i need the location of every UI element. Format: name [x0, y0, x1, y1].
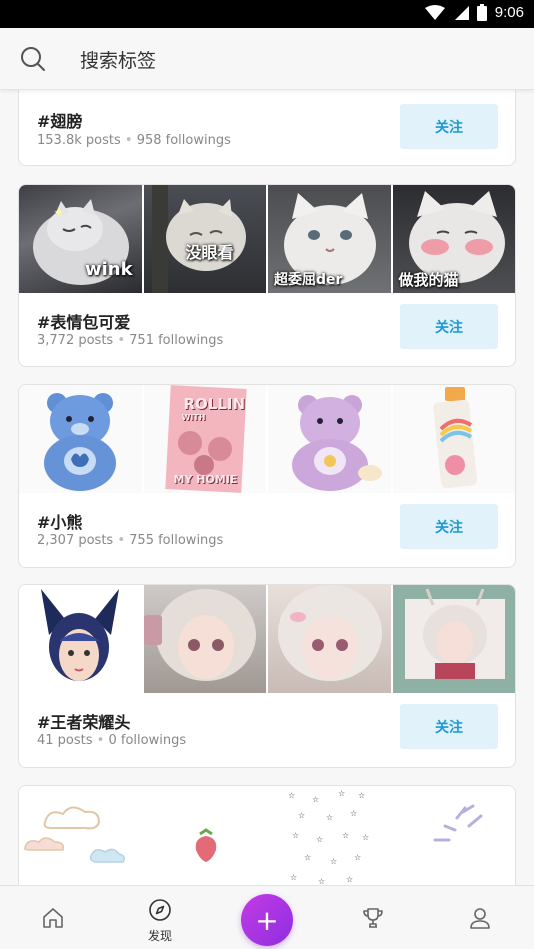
tag-card[interactable]: #翅膀 153.8k posts • 958 followings 关注	[18, 90, 516, 166]
tag-card[interactable]: ✦ wink 没眼看 超委屈der 做我的猫 #表情包可爱 3,772 post…	[18, 184, 516, 367]
meme-caption: wink	[85, 259, 133, 280]
following-count: 0 followings	[108, 733, 187, 748]
thumbnail-image[interactable]: ROLLIN WITH MY HOMIE	[141, 385, 266, 493]
profile-icon	[470, 908, 490, 929]
following-count: 751 followings	[129, 333, 224, 348]
thumbnail-image[interactable]	[266, 585, 391, 693]
meme-caption: 没眼看	[185, 243, 234, 262]
svg-text:☆: ☆	[354, 853, 361, 862]
svg-text:✦: ✦	[53, 205, 65, 221]
tag-title: #王者荣耀头	[37, 713, 131, 732]
svg-text:☆: ☆	[292, 831, 299, 840]
thumbnail-image[interactable]: 超委屈der	[266, 185, 391, 293]
svg-text:☆: ☆	[362, 833, 369, 842]
compass-icon	[149, 899, 171, 921]
svg-text:☆: ☆	[346, 875, 353, 884]
svg-text:☆: ☆	[350, 809, 357, 818]
svg-text:☆: ☆	[290, 873, 297, 882]
thumbnail-strip	[19, 585, 515, 693]
svg-text:☆: ☆	[338, 789, 345, 798]
thumbnail-image[interactable]: ✦ wink	[19, 185, 142, 293]
tag-stats: 3,772 posts • 751 followings	[37, 333, 223, 348]
thumbnail-image[interactable]	[19, 585, 142, 693]
svg-text:☆: ☆	[316, 835, 323, 844]
svg-text:☆: ☆	[312, 795, 319, 804]
create-post-button[interactable]: +	[241, 894, 293, 946]
svg-text:☆: ☆	[358, 791, 365, 800]
status-time: 9:06	[494, 4, 524, 21]
thumbnail-image[interactable]	[390, 786, 515, 885]
thumbnail-image[interactable]	[266, 385, 391, 493]
search-bar[interactable]: 搜索标签	[0, 28, 534, 90]
post-count: 41 posts	[37, 733, 93, 748]
tag-stats: 2,307 posts • 755 followings	[37, 533, 223, 548]
tag-card[interactable]: #王者荣耀头 41 posts • 0 followings 关注	[18, 584, 516, 768]
separator-dot: •	[117, 333, 126, 348]
tag-title: #小熊	[37, 513, 83, 532]
post-count: 2,307 posts	[37, 533, 114, 548]
svg-text:☆: ☆	[288, 791, 295, 800]
tag-title: #翅膀	[37, 112, 83, 131]
nav-rank[interactable]	[333, 886, 413, 949]
svg-text:☆: ☆	[318, 877, 325, 885]
follow-button[interactable]: 关注	[400, 704, 498, 749]
nav-label-discover: 发现	[147, 929, 172, 943]
separator-dot: •	[124, 133, 133, 148]
tag-card[interactable]: ROLLIN WITH MY HOMIE #小熊 2,307 posts • 7…	[18, 384, 516, 568]
post-count: 153.8k posts	[37, 133, 121, 148]
svg-text:☆: ☆	[342, 831, 349, 840]
tag-card[interactable]: ☆ ☆ ☆ ☆ ☆ ☆ ☆ ☆ ☆ ☆ ☆ ☆ ☆ ☆ ☆ ☆ ☆	[18, 785, 516, 885]
svg-text:☆: ☆	[304, 853, 311, 862]
post-count: 3,772 posts	[37, 333, 114, 348]
nav-home[interactable]	[13, 886, 93, 949]
thumbnail-image[interactable]	[141, 585, 266, 693]
search-input[interactable]: 搜索标签	[80, 46, 156, 73]
thumbnail-image[interactable]	[390, 385, 515, 493]
thumbnail-image[interactable]: 没眼看	[141, 185, 266, 293]
svg-text:☆: ☆	[330, 857, 337, 866]
following-count: 755 followings	[129, 533, 224, 548]
follow-button[interactable]: 关注	[400, 304, 498, 349]
plus-icon: +	[255, 903, 279, 937]
thumbnail-image[interactable]: 做我的猫	[390, 185, 515, 293]
tag-stats: 41 posts • 0 followings	[37, 733, 186, 748]
thumbnail-image[interactable]: ☆ ☆ ☆ ☆ ☆ ☆ ☆ ☆ ☆ ☆ ☆ ☆ ☆ ☆ ☆ ☆ ☆	[266, 786, 391, 885]
thumbnail-image[interactable]	[390, 585, 515, 693]
signal-icon	[453, 5, 469, 21]
tag-title: #表情包可爱	[37, 313, 131, 332]
thumbnail-image[interactable]	[141, 786, 266, 885]
meme-caption: 超委屈der	[274, 272, 343, 288]
tag-feed[interactable]: #翅膀 153.8k posts • 958 followings 关注 ✦ w…	[0, 90, 534, 885]
thumbnail-strip: ☆ ☆ ☆ ☆ ☆ ☆ ☆ ☆ ☆ ☆ ☆ ☆ ☆ ☆ ☆ ☆ ☆	[19, 786, 515, 885]
following-count: 958 followings	[136, 133, 231, 148]
home-icon	[43, 908, 63, 928]
follow-button[interactable]: 关注	[400, 104, 498, 149]
thumbnail-strip: ✦ wink 没眼看 超委屈der 做我的猫	[19, 185, 515, 293]
poster-text: WITH	[181, 413, 206, 422]
svg-text:☆: ☆	[298, 811, 305, 820]
thumbnail-image[interactable]	[19, 786, 142, 885]
thumbnail-image[interactable]	[19, 385, 142, 493]
battery-icon	[476, 4, 487, 21]
poster-text: ROLLIN	[183, 395, 246, 413]
search-icon[interactable]	[20, 46, 46, 76]
nav-profile[interactable]	[440, 886, 520, 949]
thumbnail-strip: ROLLIN WITH MY HOMIE	[19, 385, 515, 493]
separator-dot: •	[117, 533, 126, 548]
wifi-icon	[424, 4, 445, 21]
poster-text: MY HOMIE	[173, 473, 238, 486]
separator-dot: •	[96, 733, 105, 748]
tag-stats: 153.8k posts • 958 followings	[37, 133, 231, 148]
follow-button[interactable]: 关注	[400, 504, 498, 549]
status-bar: 9:06	[0, 0, 534, 28]
meme-caption: 做我的猫	[398, 271, 459, 289]
trophy-icon	[363, 908, 383, 928]
svg-text:☆: ☆	[326, 813, 333, 822]
nav-discover[interactable]: 发现	[120, 886, 200, 949]
